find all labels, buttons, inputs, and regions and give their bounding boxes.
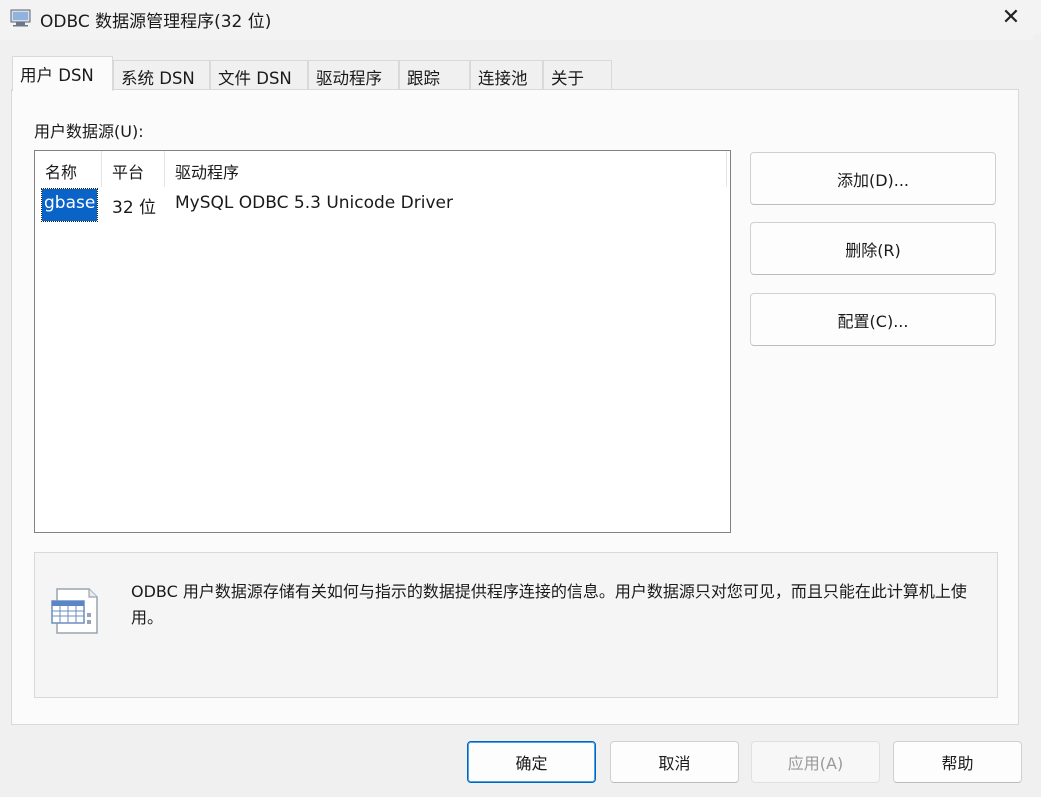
cancel-button[interactable]: 取消 <box>610 741 739 783</box>
tab-user-dsn[interactable]: 用户 DSN <box>12 56 113 91</box>
ok-button[interactable]: 确定 <box>467 741 596 783</box>
window-edge <box>1033 34 1041 64</box>
user-dsn-list[interactable]: 名称 平台 驱动程序 gbase 32 位 MySQL ODBC 5.3 Uni… <box>34 150 731 533</box>
column-header-name[interactable]: 名称 <box>35 151 102 187</box>
user-data-sources-label: 用户数据源(U): <box>34 122 144 141</box>
tab-tracing[interactable]: 跟踪 <box>399 60 470 90</box>
apply-button[interactable]: 应用(A) <box>751 741 880 783</box>
column-header-platform[interactable]: 平台 <box>102 151 165 187</box>
close-icon: ✕ <box>1001 4 1021 30</box>
dsn-platform-cell: 32 位 <box>112 198 157 218</box>
dsn-name-cell[interactable]: gbase <box>40 188 99 222</box>
configure-button[interactable]: 配置(C)... <box>750 293 996 346</box>
tab-drivers[interactable]: 驱动程序 <box>308 60 399 90</box>
tab-connection-pooling[interactable]: 连接池 <box>470 60 543 90</box>
odbc-dialog: ODBC 数据源管理程序(32 位) ✕ 用户 DSN 系统 DSN 文件 DS… <box>0 0 1041 797</box>
tab-about[interactable]: 关于 <box>543 60 612 90</box>
info-description: ODBC 用户数据源存储有关如何与指示的数据提供程序连接的信息。用户数据源只对您… <box>131 582 967 627</box>
close-button[interactable]: ✕ <box>981 0 1041 34</box>
column-header-driver[interactable]: 驱动程序 <box>165 151 726 187</box>
title-bar: ODBC 数据源管理程序(32 位) ✕ <box>0 0 1041 40</box>
help-button[interactable]: 帮助 <box>893 741 1022 783</box>
data-table-icon <box>51 588 98 634</box>
window-title: ODBC 数据源管理程序(32 位) <box>40 12 272 32</box>
list-header: 名称 平台 驱动程序 <box>35 151 725 187</box>
header-divider <box>726 151 727 187</box>
dsn-driver-cell: MySQL ODBC 5.3 Unicode Driver <box>175 193 453 213</box>
tab-page-user-dsn: 用户数据源(U): 名称 平台 驱动程序 gbase 32 位 MySQL OD… <box>11 89 1019 725</box>
tab-file-dsn[interactable]: 文件 DSN <box>210 60 308 90</box>
list-item[interactable]: gbase 32 位 MySQL ODBC 5.3 Unicode Driver <box>35 188 725 222</box>
info-panel: ODBC 用户数据源存储有关如何与指示的数据提供程序连接的信息。用户数据源只对您… <box>34 552 998 698</box>
tab-system-dsn[interactable]: 系统 DSN <box>113 60 210 90</box>
add-button[interactable]: 添加(D)... <box>750 152 996 205</box>
odbc-app-icon <box>10 9 31 27</box>
remove-button[interactable]: 删除(R) <box>750 222 996 275</box>
